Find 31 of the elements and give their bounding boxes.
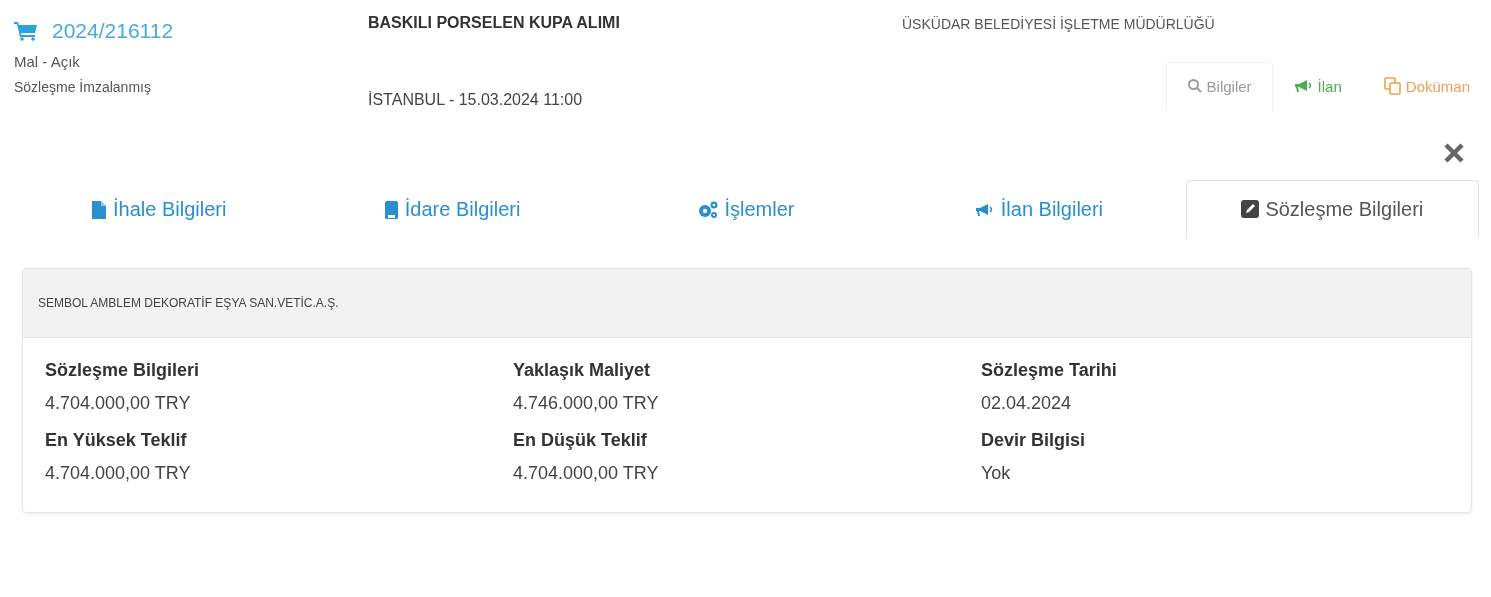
action-tab[interactable]: Bilgiler — [1165, 62, 1273, 111]
field-label: Devir Bilgisi — [981, 430, 1087, 451]
field-value: 4.704.000,00 TRY — [513, 463, 660, 484]
book-icon — [383, 199, 399, 220]
field-label: En Yüksek Teklif — [45, 430, 188, 451]
tab[interactable]: Sözleşme Bilgileri — [1185, 180, 1480, 238]
file-icon — [91, 199, 107, 220]
tender-status: Sözleşme İmzalanmış — [14, 79, 152, 95]
field-value: Yok — [981, 463, 1012, 484]
tender-type: Mal - Açık — [14, 53, 81, 70]
copy-icon — [1383, 77, 1402, 95]
authority-name: ÜSKÜDAR BELEDİYESİ İŞLETME MÜDÜRLÜĞÜ — [902, 15, 1216, 32]
megaphone-icon — [974, 201, 995, 218]
field-label: Sözleşme Tarihi — [981, 360, 1118, 381]
field-value: 02.04.2024 — [981, 393, 1073, 414]
field-value: 4.704.000,00 TRY — [45, 463, 192, 484]
field-label: Yaklaşık Maliyet — [513, 360, 652, 381]
field-label: Sözleşme Bilgileri — [45, 360, 201, 381]
megaphone-icon — [1293, 78, 1314, 94]
place-date: İSTANBUL - 15.03.2024 11:00 — [368, 91, 584, 109]
cart-icon — [14, 21, 38, 41]
search-icon — [1186, 78, 1203, 94]
field-value: 4.704.000,00 TRY — [45, 393, 192, 414]
edit-icon — [1241, 200, 1260, 218]
field-value: 4.746.000,00 TRY — [513, 393, 660, 414]
gears-icon — [696, 199, 719, 220]
close-icon[interactable] — [1443, 142, 1465, 164]
tender-number[interactable]: 2024/216112 — [52, 19, 174, 43]
field-label: En Düşük Teklif — [513, 430, 648, 451]
company-name: SEMBOL AMBLEM DEKORATİF EŞYA SAN.VETİC.A.Ş. — [38, 296, 339, 310]
tender-title: BASKILI PORSELEN KUPA ALIMI — [368, 14, 621, 32]
